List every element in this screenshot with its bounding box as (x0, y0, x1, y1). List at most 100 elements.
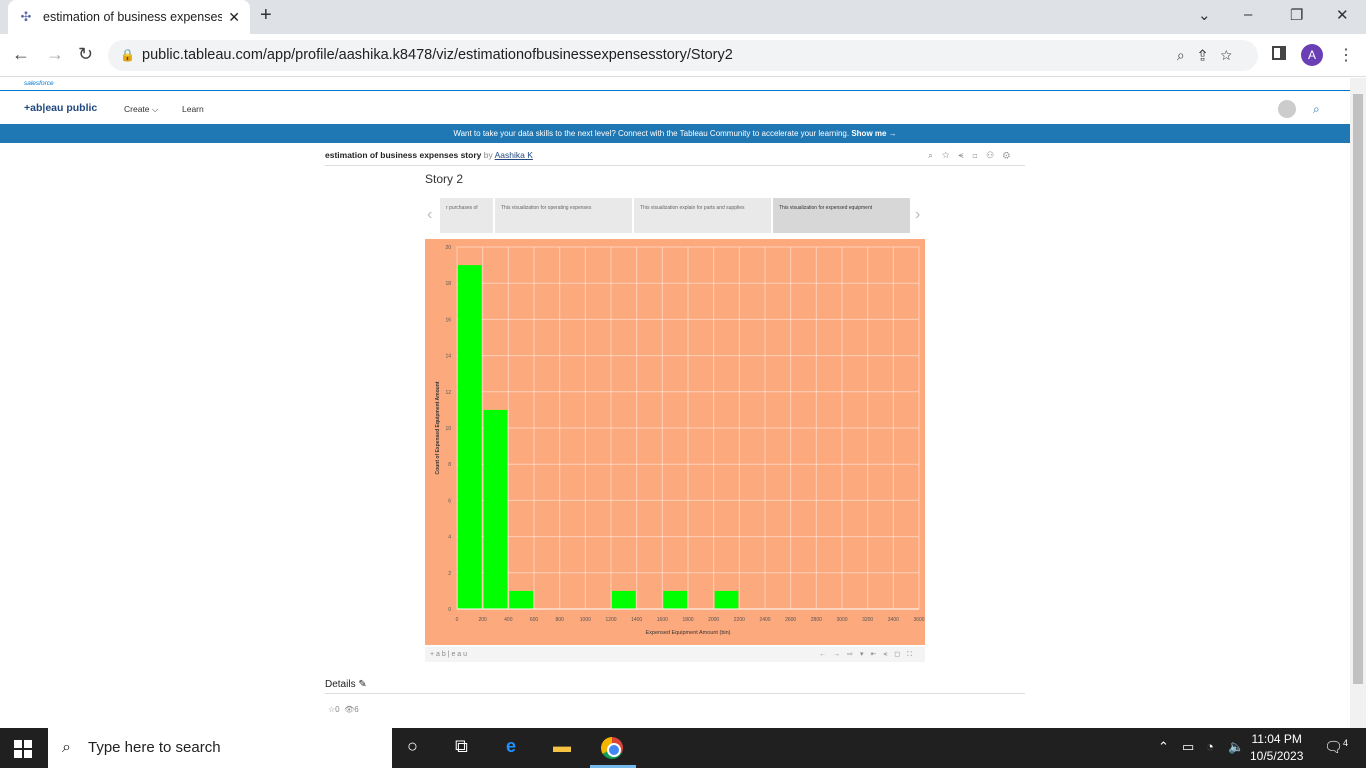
taskbar-clock[interactable]: 11:04 PM 10/5/2023 (1250, 731, 1303, 765)
x-tick-label: 400 (504, 617, 513, 623)
battery-icon[interactable]: ▭ (1182, 739, 1194, 755)
show-me-link[interactable]: Show me → (851, 129, 896, 138)
promo-banner: Want to take your data skills to the nex… (0, 124, 1350, 143)
viz-toolbar: + a b | e a u ←→⇨▾⇤⪪◻⛶ (425, 647, 925, 662)
taskbar-search-icon: ⌕ (62, 739, 71, 756)
volume-icon[interactable]: 🔈 (1228, 739, 1244, 755)
back-icon[interactable]: ← (12, 44, 30, 65)
forward-icon[interactable]: → (46, 44, 64, 65)
task-view-icon[interactable]: ⧉ (455, 736, 468, 757)
side-panel-icon[interactable] (1272, 46, 1286, 60)
url-field[interactable]: 🔒 public.tableau.com/app/profile/aashika… (108, 40, 1258, 71)
y-tick-label: 12 (445, 390, 451, 396)
by-label: by (483, 150, 493, 160)
x-tick-label: 800 (555, 617, 564, 623)
taskbar-search-input[interactable]: ⌕ Type here to search (48, 728, 392, 768)
x-tick-label: 1000 (580, 617, 591, 623)
x-axis-title: Expensed Equipment Amount (bin) (646, 630, 731, 636)
author-link[interactable]: Aashika K (495, 150, 533, 160)
nav-learn[interactable]: Learn (182, 104, 204, 114)
omnibox-actions-icon[interactable]: ⌕⇪☆ (1177, 40, 1246, 71)
y-tick-label: 14 (445, 354, 451, 360)
y-tick-label: 0 (448, 607, 451, 613)
new-tab-icon[interactable]: + (260, 4, 272, 27)
search-icon[interactable]: ⌕ (1313, 102, 1320, 117)
restore-icon[interactable]: ❐ (1290, 6, 1303, 24)
story-title: Story 2 (425, 172, 464, 186)
notification-icon[interactable]: 🗨4 (1324, 738, 1348, 756)
favorites-count: 0 (335, 705, 340, 714)
salesforce-strip: salesforce (0, 78, 1350, 91)
y-tick-label: 4 (448, 535, 451, 541)
tableau-public-logo[interactable]: +ab|eau public (24, 102, 97, 114)
y-tick-label: 10 (445, 426, 451, 432)
y-axis-title: Count of Expensed Equipment Amount (435, 381, 441, 474)
windows-start-icon[interactable] (14, 740, 32, 758)
x-tick-label: 600 (530, 617, 539, 623)
notification-count: 4 (1343, 738, 1349, 748)
histogram-bar (612, 590, 636, 609)
x-tick-label: 1200 (605, 617, 616, 623)
url-text: public.tableau.com/app/profile/aashika.k… (142, 47, 733, 63)
story-point-4[interactable]: This visualization for expensed equipmen… (773, 198, 910, 233)
x-tick-label: 1800 (682, 617, 693, 623)
x-tick-label: 3200 (862, 617, 873, 623)
story-point-2[interactable]: This visualization for operating expense… (495, 198, 632, 233)
tab-search-chevron-icon[interactable]: ⌄ (1198, 6, 1211, 24)
x-tick-label: 3000 (836, 617, 847, 623)
x-tick-label: 0 (456, 617, 459, 623)
histogram-bar (714, 590, 739, 609)
x-tick-label: 2400 (759, 617, 770, 623)
y-tick-label: 20 (445, 245, 451, 251)
y-tick-label: 16 (445, 317, 451, 323)
edge-icon[interactable]: e (506, 736, 516, 757)
profile-avatar[interactable]: A (1301, 44, 1323, 66)
details-section: Details ✎ (325, 678, 1025, 694)
tableau-footer-logo[interactable]: + a b | e a u (430, 651, 467, 658)
story-prev-icon[interactable]: ‹ (427, 206, 432, 224)
x-tick-label: 2600 (785, 617, 796, 623)
viz-actions-icons[interactable]: ⌕☆⪪◻⚇⚙ (928, 146, 1019, 164)
y-tick-label: 18 (445, 281, 451, 287)
minimize-icon[interactable]: – (1244, 6, 1252, 23)
edit-pencil-icon[interactable]: ✎ (358, 679, 366, 690)
x-tick-label: 3400 (888, 617, 899, 623)
y-tick-label: 2 (448, 571, 451, 577)
close-tab-icon[interactable]: ✕ (228, 9, 240, 26)
nav-create[interactable]: Create ⌵ (124, 104, 158, 115)
chart-svg: 0 200 400 600 800 1000 1200 1400 1600 1800 2000 220… (435, 245, 925, 636)
tableau-public-header: +ab|eau public Create ⌵ Learn ⌕ (0, 92, 1350, 124)
salesforce-logo[interactable]: salesforce (24, 80, 54, 87)
page-scrollbar[interactable] (1350, 78, 1366, 728)
lock-icon: 🔒 (120, 48, 135, 62)
histogram-chart[interactable]: 0 200 400 600 800 1000 1200 1400 1600 1800 2000 220… (425, 239, 925, 645)
more-menu-icon[interactable]: ⋮ (1338, 45, 1354, 65)
y-tick-label: 8 (448, 462, 451, 468)
tray-chevron-icon[interactable]: ⌃ (1158, 739, 1169, 755)
chrome-icon[interactable] (601, 737, 623, 759)
story-navigator: ‹ r purchases of This visualization for … (425, 198, 925, 233)
y-tick-label: 6 (448, 498, 451, 504)
x-tick-label: 1400 (631, 617, 642, 623)
reload-icon[interactable]: ↻ (78, 44, 93, 65)
histogram-bar (509, 590, 533, 609)
close-window-icon[interactable]: ✕ (1336, 6, 1349, 24)
wifi-icon[interactable]: ◔ (1206, 739, 1214, 754)
story-point-3[interactable]: This visualization explain for parts and… (634, 198, 771, 233)
user-avatar-icon[interactable] (1278, 100, 1296, 118)
x-tick-label: 3600 (913, 617, 924, 623)
scrollbar-thumb[interactable] (1353, 94, 1363, 684)
views-icon: 👁 (344, 705, 355, 714)
viz-toolbar-controls-icon[interactable]: ←→⇨▾⇤⪪◻⛶ (819, 647, 919, 662)
file-explorer-icon[interactable]: ▬ (553, 736, 571, 757)
histogram-bar (483, 409, 508, 609)
x-tick-label: 200 (478, 617, 487, 623)
x-tick-label: 2000 (708, 617, 719, 623)
story-point-1[interactable]: r purchases of (440, 198, 493, 233)
views-count: 6 (354, 705, 359, 714)
browser-tab[interactable]: ✣ estimation of business expenses ✕ (8, 0, 250, 34)
taskbar-search-placeholder: Type here to search (88, 739, 221, 756)
details-label: Details (325, 679, 356, 690)
story-next-icon[interactable]: › (915, 206, 920, 224)
cortana-icon[interactable]: ○ (407, 736, 418, 757)
